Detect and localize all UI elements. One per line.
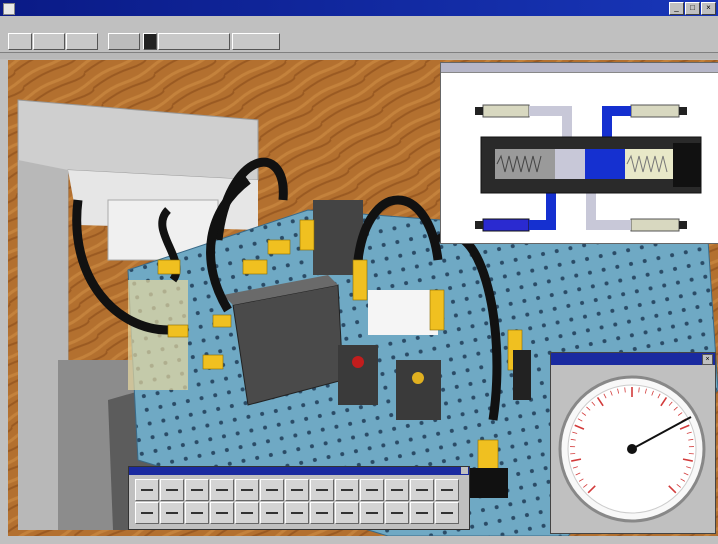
toolbar-button-save[interactable] — [66, 33, 98, 50]
status-bar — [0, 536, 718, 544]
close-icon[interactable]: × — [701, 2, 716, 15]
title-bar: _ □ × — [0, 0, 718, 16]
component-symbol-icon — [166, 512, 178, 514]
toolbar-button-pointer[interactable] — [143, 33, 157, 50]
component-symbol-icon — [191, 512, 203, 514]
component-symbol-icon — [141, 512, 153, 514]
component-symbol-icon — [416, 489, 428, 491]
component-symbol-icon — [341, 489, 353, 491]
palette-component-button[interactable] — [435, 479, 459, 501]
minimize-icon[interactable]: _ — [669, 2, 684, 15]
cylinder-base — [368, 290, 438, 335]
component-symbol-icon — [166, 489, 178, 491]
schematic-window[interactable] — [440, 62, 718, 244]
app-icon[interactable] — [3, 3, 15, 15]
toolbar-button-open[interactable] — [33, 33, 65, 50]
gauge-titlebar[interactable]: × — [551, 353, 715, 365]
palette-component-button[interactable] — [335, 479, 359, 501]
valve-block-1 — [338, 345, 378, 405]
toolbar-button-simulate[interactable] — [158, 33, 230, 50]
palette-component-button[interactable] — [160, 502, 184, 524]
component-symbol-icon — [416, 512, 428, 514]
component-symbol-icon — [191, 489, 203, 491]
component-palette-window[interactable] — [128, 466, 470, 530]
palette-component-button[interactable] — [185, 479, 209, 501]
component-symbol-icon — [291, 489, 303, 491]
toolbar — [0, 30, 718, 53]
black-plug — [470, 468, 508, 498]
gauge-close-icon[interactable]: × — [702, 354, 713, 365]
toolbar-button-stop[interactable] — [232, 33, 280, 50]
palette-component-button[interactable] — [210, 502, 234, 524]
palette-component-button[interactable] — [185, 502, 209, 524]
toolbar-separator — [0, 53, 718, 59]
palette-component-button[interactable] — [385, 479, 409, 501]
palette-component-button[interactable] — [385, 502, 409, 524]
component-symbol-icon — [216, 489, 228, 491]
palette-component-button[interactable] — [435, 502, 459, 524]
palette-titlebar[interactable] — [129, 467, 469, 475]
maximize-icon[interactable]: □ — [685, 2, 700, 15]
palette-component-button[interactable] — [235, 479, 259, 501]
palette-component-button[interactable] — [135, 502, 159, 524]
palette-component-button[interactable] — [410, 502, 434, 524]
component-symbol-icon — [241, 512, 253, 514]
palette-component-button[interactable] — [235, 502, 259, 524]
palette-component-button[interactable] — [310, 502, 334, 524]
component-symbol-icon — [441, 512, 453, 514]
palette-component-button[interactable] — [335, 502, 359, 524]
pressure-gauge-window[interactable]: × — [550, 352, 716, 534]
palette-grid — [135, 479, 459, 524]
valve-schematic — [475, 104, 702, 232]
component-symbol-icon — [291, 512, 303, 514]
palette-component-button[interactable] — [360, 502, 384, 524]
schematic-titlebar[interactable] — [441, 63, 718, 73]
palette-component-button[interactable] — [285, 502, 309, 524]
toolbar-button-cut[interactable] — [108, 33, 140, 50]
component-symbol-icon — [316, 489, 328, 491]
component-symbol-icon — [366, 489, 378, 491]
component-symbol-icon — [366, 512, 378, 514]
valve-block-2 — [396, 360, 441, 420]
palette-component-button[interactable] — [135, 479, 159, 501]
component-symbol-icon — [216, 512, 228, 514]
component-symbol-icon — [266, 489, 278, 491]
component-symbol-icon — [391, 512, 403, 514]
menu-bar — [0, 16, 718, 30]
component-symbol-icon — [441, 489, 453, 491]
palette-component-button[interactable] — [210, 479, 234, 501]
component-symbol-icon — [241, 489, 253, 491]
component-symbol-icon — [141, 489, 153, 491]
component-symbol-icon — [391, 489, 403, 491]
component-symbol-icon — [316, 512, 328, 514]
window-controls: _ □ × — [669, 2, 716, 15]
palette-component-button[interactable] — [285, 479, 309, 501]
lever — [513, 350, 531, 400]
component-symbol-icon — [266, 512, 278, 514]
palette-component-button[interactable] — [160, 479, 184, 501]
palette-component-button[interactable] — [360, 479, 384, 501]
palette-component-button[interactable] — [260, 479, 284, 501]
palette-component-button[interactable] — [410, 479, 434, 501]
palette-component-button[interactable] — [260, 502, 284, 524]
gauge-dial — [558, 375, 706, 523]
toolbar-button-new[interactable] — [8, 33, 32, 50]
palette-component-button[interactable] — [310, 479, 334, 501]
palette-close-icon[interactable] — [461, 467, 468, 474]
component-symbol-icon — [341, 512, 353, 514]
